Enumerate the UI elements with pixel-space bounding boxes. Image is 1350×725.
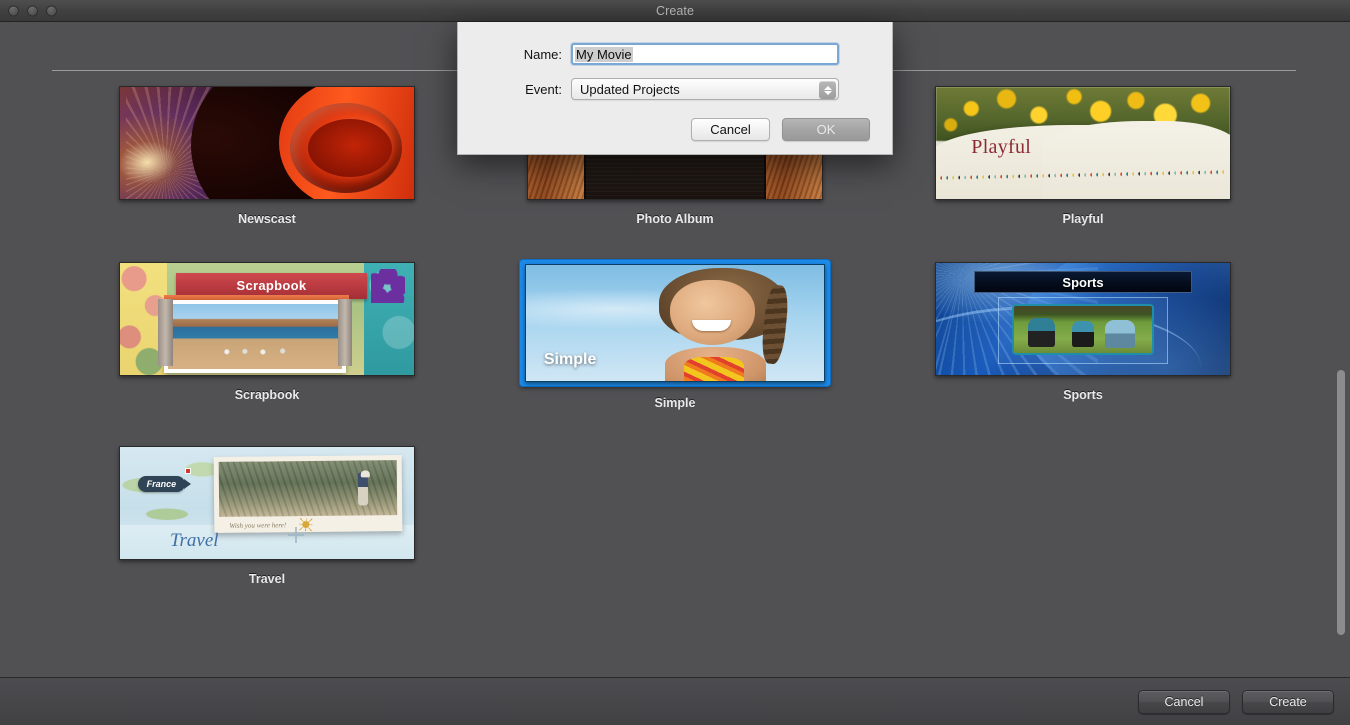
theme-thumbnail-scrapbook[interactable]: Scrapbook bbox=[119, 262, 415, 376]
map-pin-icon bbox=[184, 468, 191, 475]
dialog-ok-button[interactable]: OK bbox=[782, 118, 870, 141]
theme-thumbnail-simple[interactable]: Simple bbox=[525, 264, 825, 382]
sports-overlay-title: Sports bbox=[1062, 274, 1104, 290]
newscast-artwork bbox=[120, 87, 414, 199]
theme-item-newscast[interactable]: Newscast bbox=[118, 84, 416, 226]
window-traffic-lights bbox=[8, 5, 57, 16]
create-button[interactable]: Create bbox=[1242, 689, 1334, 714]
theme-label-travel: Travel bbox=[248, 572, 286, 586]
theme-item-sports[interactable]: Sports Sports bbox=[934, 260, 1232, 410]
theme-label-photo-album: Photo Album bbox=[636, 212, 714, 226]
playful-artwork: Playful bbox=[936, 87, 1230, 199]
bottom-action-bar: Cancel Create bbox=[0, 677, 1350, 725]
window-titlebar: Create bbox=[0, 0, 1350, 22]
cancel-button[interactable]: Cancel bbox=[1138, 689, 1230, 714]
travel-location-tag: France bbox=[137, 476, 186, 493]
event-field-row: Event: Updated Projects bbox=[498, 78, 892, 100]
scrapbook-overlay-title: Scrapbook bbox=[236, 278, 307, 294]
compass-icon bbox=[287, 527, 304, 544]
theme-item-playful[interactable]: Playful Playful bbox=[934, 84, 1232, 226]
window-title: Create bbox=[655, 3, 695, 18]
name-input-value: My Movie bbox=[575, 46, 633, 62]
theme-thumbnail-wrap: Playful bbox=[934, 84, 1232, 202]
scrapbook-artwork: Scrapbook bbox=[120, 263, 414, 375]
theme-label-playful: Playful bbox=[1062, 212, 1104, 226]
travel-artwork: France Wish you were here! Travel bbox=[120, 447, 414, 559]
theme-thumbnail-wrap: Scrapbook bbox=[118, 260, 416, 378]
create-dialog-sheet: Name: My Movie Event: Updated Projects C… bbox=[457, 22, 893, 155]
chevron-up-down-icon[interactable] bbox=[819, 81, 836, 99]
theme-label-newscast: Newscast bbox=[238, 212, 296, 226]
event-select[interactable]: Updated Projects bbox=[571, 78, 839, 100]
theme-grid: Newscast Photo Album Playful Playful Scr… bbox=[0, 84, 1350, 586]
theme-thumbnail-wrap bbox=[118, 84, 416, 202]
theme-item-travel[interactable]: France Wish you were here! Travel Travel bbox=[118, 444, 416, 586]
event-field-label: Event: bbox=[525, 81, 562, 97]
vertical-scrollbar[interactable] bbox=[1333, 22, 1348, 677]
theme-thumbnail-travel[interactable]: France Wish you were here! Travel bbox=[119, 446, 415, 560]
create-dialog: Name: My Movie Event: Updated Projects C… bbox=[457, 22, 893, 155]
minimize-button[interactable] bbox=[27, 5, 38, 16]
dialog-button-row: Cancel OK bbox=[691, 118, 870, 141]
close-button[interactable] bbox=[8, 5, 19, 16]
vertical-scrollbar-thumb[interactable] bbox=[1337, 370, 1345, 635]
name-input[interactable]: My Movie bbox=[571, 43, 839, 65]
sports-artwork: Sports bbox=[936, 263, 1230, 375]
name-field-row: Name: My Movie bbox=[498, 43, 892, 65]
dialog-cancel-button[interactable]: Cancel bbox=[691, 118, 770, 141]
theme-item-scrapbook[interactable]: Scrapbook Scrapbook bbox=[118, 260, 416, 410]
theme-label-scrapbook: Scrapbook bbox=[234, 388, 300, 402]
event-select-value: Updated Projects bbox=[580, 81, 680, 97]
theme-thumbnail-wrap-selected: Simple bbox=[520, 260, 830, 386]
theme-thumbnail-sports[interactable]: Sports bbox=[935, 262, 1231, 376]
playful-overlay-title: Playful bbox=[971, 136, 1032, 159]
zoom-button[interactable] bbox=[46, 5, 57, 16]
theme-label-simple: Simple bbox=[654, 396, 696, 410]
theme-thumbnail-wrap: France Wish you were here! Travel bbox=[118, 444, 416, 562]
travel-overlay-title: Travel bbox=[169, 530, 219, 552]
theme-label-sports: Sports bbox=[1063, 388, 1103, 402]
name-field-label: Name: bbox=[523, 46, 562, 62]
simple-overlay-title: Simple bbox=[543, 351, 597, 369]
theme-item-simple[interactable]: Simple Simple bbox=[520, 260, 830, 410]
travel-caption: Wish you were here! bbox=[229, 521, 287, 530]
simple-artwork: Simple bbox=[526, 265, 824, 381]
flower-icon bbox=[371, 268, 406, 303]
theme-thumbnail-playful[interactable]: Playful bbox=[935, 86, 1231, 200]
theme-thumbnail-newscast[interactable] bbox=[119, 86, 415, 200]
theme-thumbnail-wrap: Sports bbox=[934, 260, 1232, 378]
